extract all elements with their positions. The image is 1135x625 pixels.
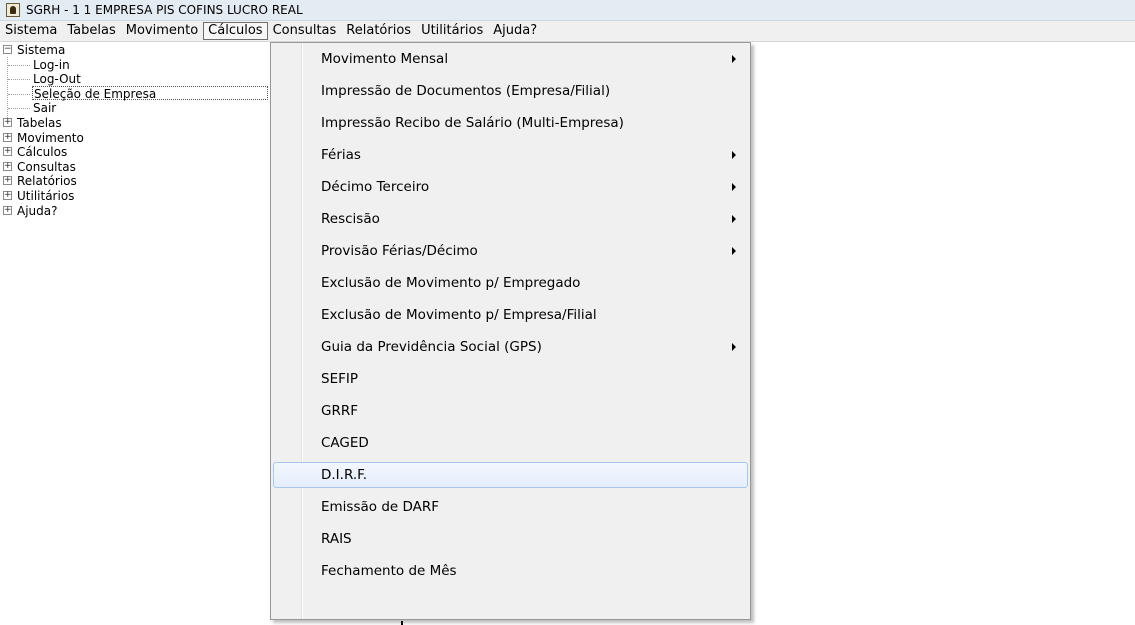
tree-node-label[interactable]: Consultas [17, 160, 76, 175]
tree-node-calculos[interactable]: + Cálculos [0, 145, 270, 160]
menu-item-dirf[interactable]: D.I.R.F. [273, 462, 748, 488]
menu-tabelas[interactable]: Tabelas [62, 22, 120, 40]
tree-node-label[interactable]: Cálculos [17, 145, 67, 160]
menu-item-sefip[interactable]: SEFIP [273, 366, 748, 392]
tree-node-movimento[interactable]: + Movimento [0, 131, 270, 146]
tree-item-label[interactable]: Log-Out [33, 72, 81, 87]
menu-item-provisao-ferias-decimo[interactable]: Provisão Férias/Décimo [273, 238, 748, 264]
menu-item-rescisao[interactable]: Rescisão [273, 206, 748, 232]
mouse-cursor [401, 621, 403, 625]
tree-node-label[interactable]: Tabelas [17, 116, 62, 131]
menu-item-gps[interactable]: Guia da Previdência Social (GPS) [273, 334, 748, 360]
tree-item-label[interactable]: Seleção de Empresa [32, 85, 268, 101]
tree-item-label[interactable]: Sair [33, 101, 56, 116]
menu-item-impressao-recibo-salario[interactable]: Impressão Recibo de Salário (Multi-Empre… [273, 110, 748, 136]
submenu-arrow-icon [732, 247, 736, 255]
tree-item-log-out[interactable]: Log-Out [0, 72, 270, 87]
tree-node-sistema[interactable]: − Sistema [0, 43, 270, 58]
submenu-arrow-icon [732, 55, 736, 63]
tree-item-selecao-de-empresa[interactable]: Seleção de Empresa [0, 85, 270, 102]
title-bar: SGRH - 1 1 EMPRESA PIS COFINS LUCRO REAL [0, 0, 1135, 21]
submenu-arrow-icon [732, 183, 736, 191]
expand-icon[interactable]: + [3, 117, 12, 127]
menu-item-grrf[interactable]: GRRF [273, 398, 748, 424]
submenu-arrow-icon [732, 343, 736, 351]
tree-node-label[interactable]: Utilitários [17, 189, 74, 204]
expand-icon[interactable]: + [3, 190, 12, 200]
menu-utilitarios[interactable]: Utilitários [416, 22, 488, 40]
tree-node-label[interactable]: Relatórios [17, 174, 77, 189]
tree-node-consultas[interactable]: + Consultas [0, 160, 270, 175]
tree-item-log-in[interactable]: Log-in [0, 58, 270, 73]
menu-movimento[interactable]: Movimento [121, 22, 203, 40]
menu-item-movimento-mensal[interactable]: Movimento Mensal [273, 46, 748, 72]
tree-item-sair[interactable]: Sair [0, 101, 270, 116]
menu-item-caged[interactable]: CAGED [273, 430, 748, 456]
tree-node-label[interactable]: Movimento [17, 131, 84, 146]
calculos-dropdown-menu: Movimento Mensal Impressão de Documentos… [270, 42, 751, 620]
navigation-tree: − Sistema Log-in Log-Out Seleção de Empr… [0, 43, 270, 343]
app-icon[interactable] [6, 3, 20, 17]
menu-consultas[interactable]: Consultas [268, 22, 342, 40]
tree-node-utilitarios[interactable]: + Utilitários [0, 189, 270, 204]
menu-ajuda[interactable]: Ajuda? [488, 22, 542, 40]
expand-icon[interactable]: + [3, 132, 12, 142]
menu-sistema[interactable]: Sistema [0, 22, 62, 40]
expand-icon[interactable]: + [3, 205, 12, 215]
menu-bar: Sistema Tabelas Movimento Cálculos Consu… [0, 21, 1135, 42]
tree-node-label[interactable]: Sistema [17, 43, 65, 58]
submenu-arrow-icon [732, 151, 736, 159]
tree-node-tabelas[interactable]: + Tabelas [0, 116, 270, 131]
menu-item-exclusao-movimento-empregado[interactable]: Exclusão de Movimento p/ Empregado [273, 270, 748, 296]
expand-icon[interactable]: + [3, 147, 12, 157]
menu-item-emissao-darf[interactable]: Emissão de DARF [273, 494, 748, 520]
tree-node-ajuda[interactable]: + Ajuda? [0, 204, 270, 219]
menu-relatorios[interactable]: Relatórios [341, 22, 416, 40]
menu-item-decimo-terceiro[interactable]: Décimo Terceiro [273, 174, 748, 200]
window-title: SGRH - 1 1 EMPRESA PIS COFINS LUCRO REAL [26, 3, 303, 17]
expand-icon[interactable]: + [3, 176, 12, 186]
menu-item-fechamento-mes[interactable]: Fechamento de Mês [273, 558, 748, 584]
menu-item-exclusao-movimento-empresa[interactable]: Exclusão de Movimento p/ Empresa/Filial [273, 302, 748, 328]
collapse-icon[interactable]: − [3, 45, 12, 54]
tree-item-label[interactable]: Log-in [33, 58, 70, 73]
submenu-arrow-icon [732, 215, 736, 223]
tree-node-label[interactable]: Ajuda? [17, 204, 58, 219]
expand-icon[interactable]: + [3, 161, 12, 171]
tree-node-relatorios[interactable]: + Relatórios [0, 174, 270, 189]
menu-calculos[interactable]: Cálculos [203, 22, 268, 40]
menu-item-rais[interactable]: RAIS [273, 526, 748, 552]
menu-item-ferias[interactable]: Férias [273, 142, 748, 168]
menu-item-impressao-documentos[interactable]: Impressão de Documentos (Empresa/Filial) [273, 78, 748, 104]
